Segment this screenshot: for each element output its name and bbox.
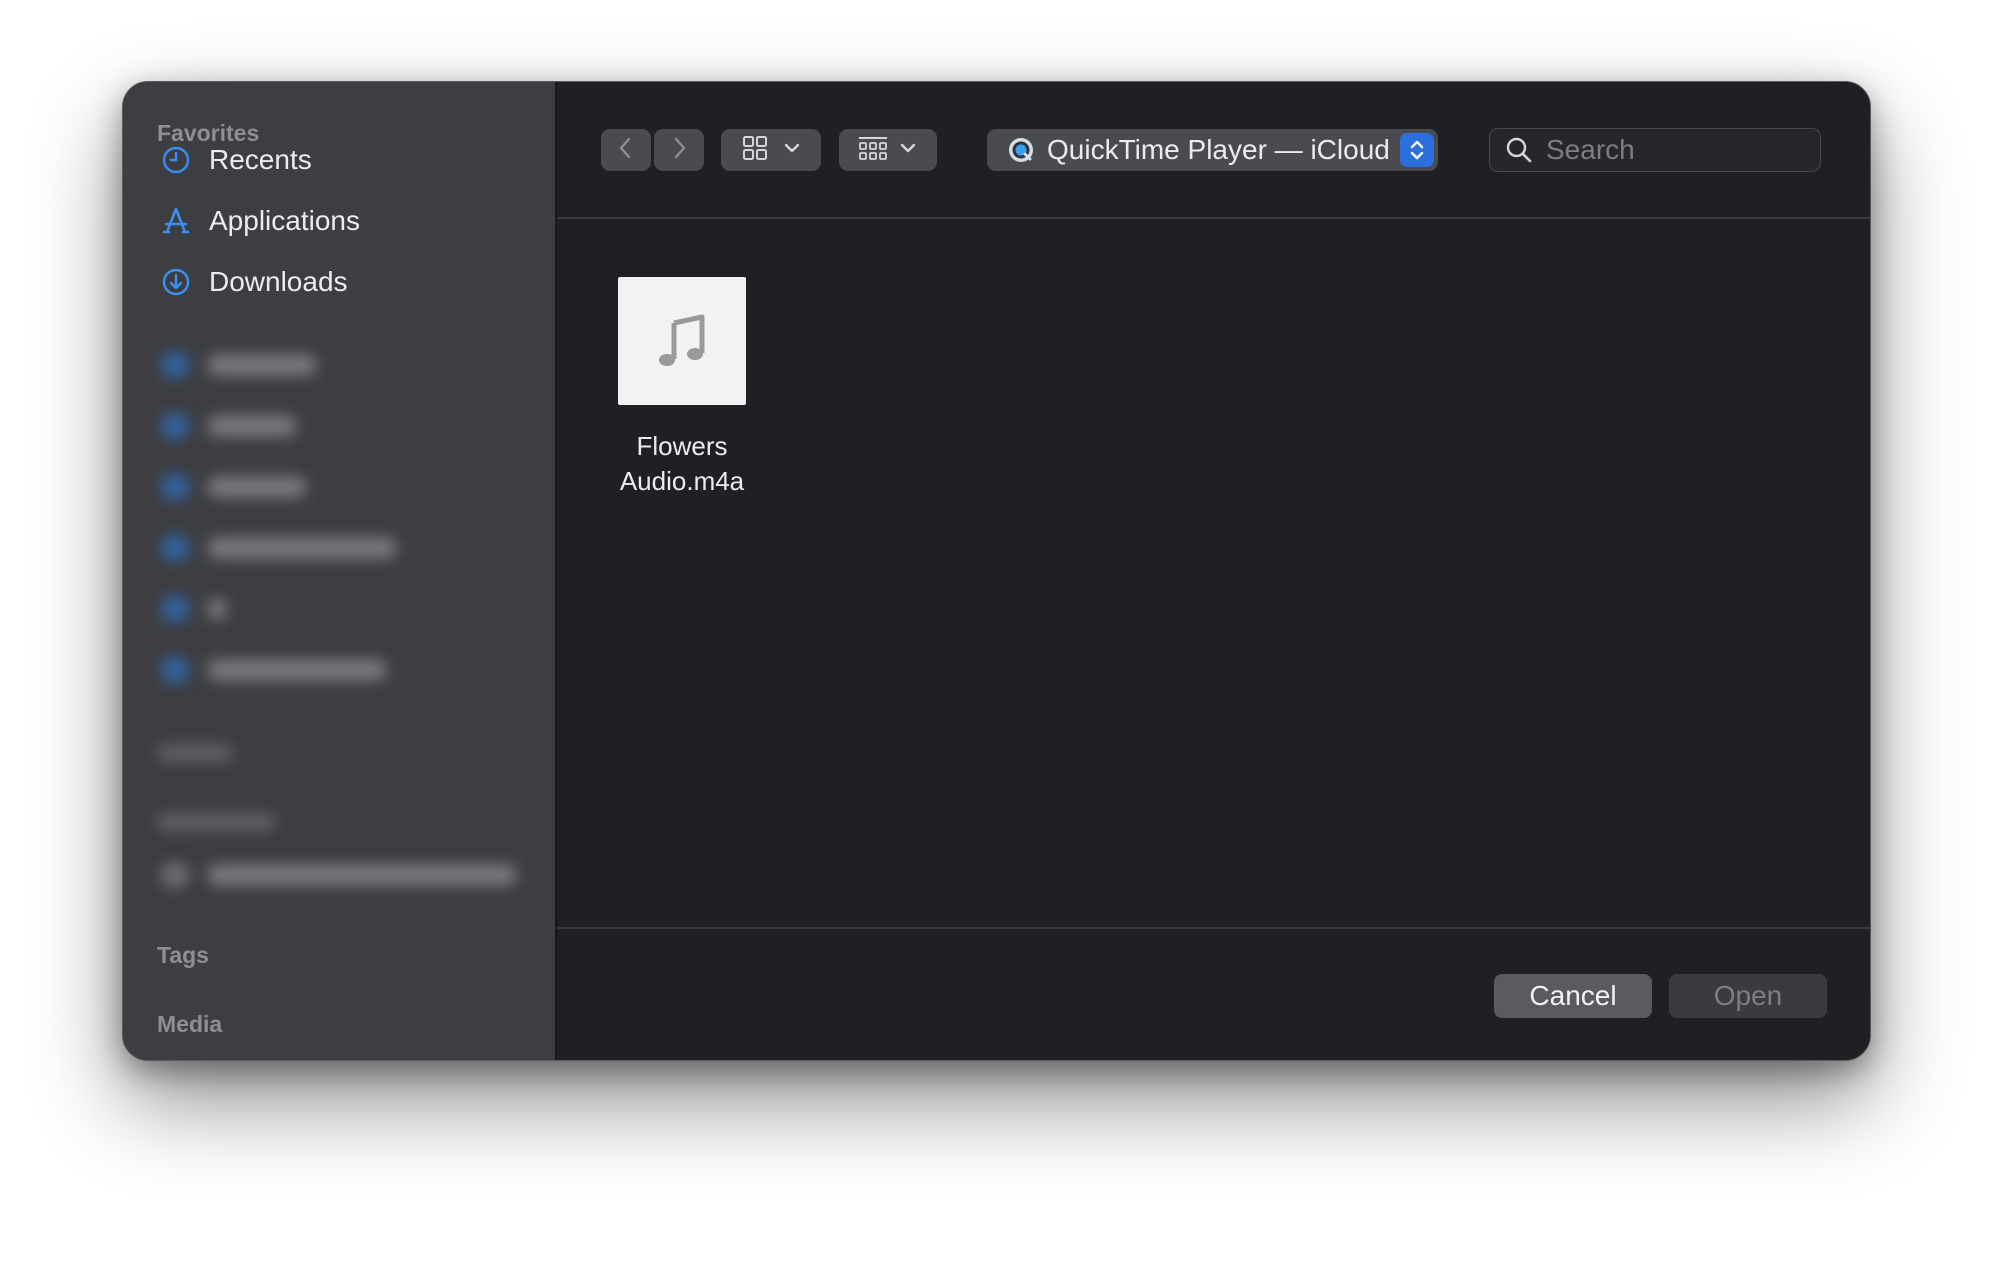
file-open-dialog: Favorites Recents Applications Downloads…	[122, 81, 1871, 1061]
applications-icon	[159, 204, 193, 238]
toolbar: QuickTime Player — iCloud	[557, 82, 1870, 219]
open-button[interactable]: Open	[1669, 974, 1827, 1018]
group-button[interactable]	[839, 129, 937, 171]
sidebar-item-label: Applications	[209, 205, 360, 236]
sidebar-item-recents[interactable]: Recents	[159, 135, 529, 185]
clock-icon	[159, 143, 193, 177]
dialog-footer: Cancel Open	[557, 927, 1870, 1060]
search-icon	[1504, 135, 1534, 165]
sidebar: Favorites Recents Applications Downloads…	[123, 82, 557, 1060]
download-icon	[159, 265, 193, 299]
quicktime-icon	[1007, 136, 1035, 164]
chevron-left-icon	[616, 135, 636, 166]
file-name-line-1: Flowers	[636, 431, 728, 461]
music-note-icon	[618, 277, 746, 405]
view-mode-button[interactable]	[721, 129, 821, 171]
search-input[interactable]	[1544, 133, 1804, 167]
sidebar-item-downloads[interactable]: Downloads	[159, 257, 529, 307]
icon-grid-icon	[741, 134, 769, 167]
updown-arrows-icon	[1400, 133, 1434, 167]
forward-button[interactable]	[654, 129, 704, 171]
search-field[interactable]	[1489, 128, 1821, 172]
file-name: Flowers Audio.m4a	[607, 429, 757, 499]
file-browser: Flowers Audio.m4a	[557, 219, 1870, 927]
chevron-down-icon	[899, 141, 917, 160]
chevron-down-icon	[783, 141, 801, 160]
location-label: QuickTime Player — iCloud	[1047, 134, 1390, 165]
location-popup[interactable]: QuickTime Player — iCloud	[987, 129, 1438, 171]
file-name-line-2: Audio.m4a	[619, 466, 745, 496]
group-icon	[857, 134, 889, 167]
chevron-right-icon	[669, 135, 689, 166]
sidebar-item-applications[interactable]: Applications	[159, 196, 529, 246]
media-heading: Media	[157, 1011, 223, 1037]
sidebar-item-label: Recents	[209, 144, 312, 175]
file-item[interactable]: Flowers Audio.m4a	[607, 277, 757, 499]
back-button[interactable]	[601, 129, 651, 171]
cancel-button[interactable]: Cancel	[1494, 974, 1652, 1018]
tags-heading: Tags	[157, 942, 209, 968]
sidebar-item-label: Downloads	[209, 266, 348, 297]
